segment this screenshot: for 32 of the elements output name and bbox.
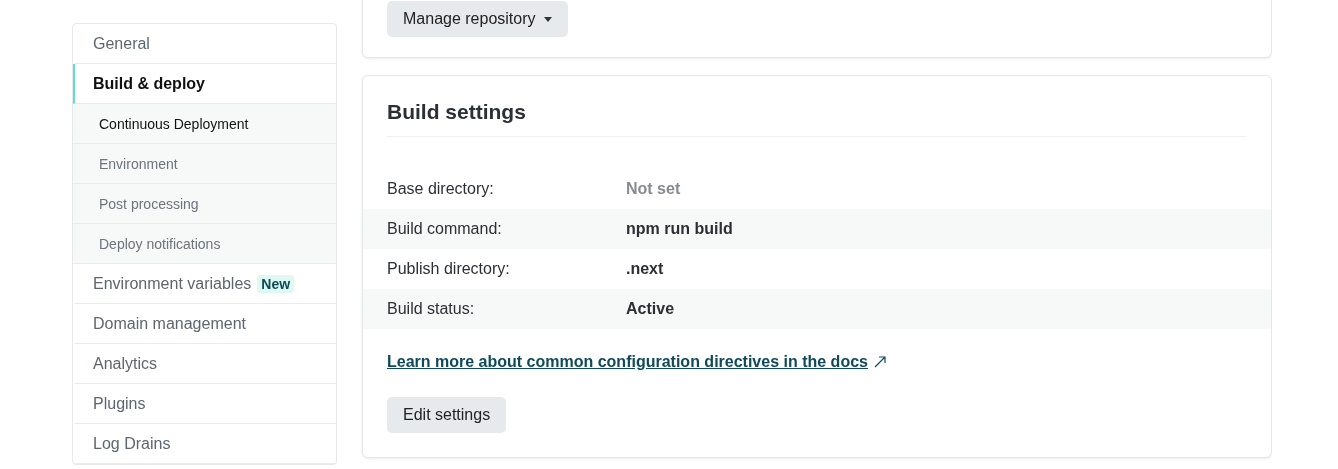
setting-label: Build command:	[387, 220, 503, 238]
sidebar-subitem[interactable]: Post processing	[73, 184, 336, 224]
sidebar-item[interactable]: Domain management	[73, 304, 336, 344]
new-badge: New	[257, 274, 295, 293]
caret-icon	[543, 16, 552, 22]
sidebar-item[interactable]: General	[73, 24, 336, 64]
setting-label: Publish directory:	[387, 260, 511, 278]
sidebar-item[interactable]: Plugins	[73, 384, 336, 424]
setting-label: Base directory:	[387, 180, 495, 198]
sidebar-item-label: Environment variables	[93, 274, 252, 293]
setting-value: npm run build	[626, 220, 733, 238]
setting-value: Not set	[626, 180, 681, 198]
manage-repository-button[interactable]: Manage repository	[387, 1, 568, 37]
sidebar-item[interactable]: Environment variables New	[73, 264, 336, 304]
sidebar-item-label: Plugins	[93, 394, 146, 413]
setting-label: Build status:	[387, 300, 476, 318]
docs-link[interactable]: Learn more about common configuration directives in the docs	[387, 353, 868, 371]
sidebar-item[interactable]: Log Drains	[73, 424, 336, 464]
sidebar-subitem[interactable]: Environment	[73, 144, 336, 184]
sidebar-subitem[interactable]: Deploy notifications	[73, 224, 336, 264]
setting-value: .next	[626, 260, 664, 278]
sidebar-subitem[interactable]: Continuous Deployment	[73, 104, 336, 144]
sidebar-item-label: General	[93, 34, 150, 53]
external-link-icon	[873, 356, 886, 368]
card-title: Build settings	[387, 100, 1247, 137]
sidebar-item-label: Build & deploy	[93, 74, 205, 93]
sidebar-item-label: Log Drains	[93, 434, 171, 453]
sidebar-item-label: Analytics	[93, 354, 158, 373]
sidebar-item-label: Domain management	[93, 314, 246, 333]
sidebar-item[interactable]: Analytics	[73, 344, 336, 384]
setting-value: Active	[626, 300, 675, 318]
edit-settings-button[interactable]: Edit settings	[387, 397, 507, 433]
